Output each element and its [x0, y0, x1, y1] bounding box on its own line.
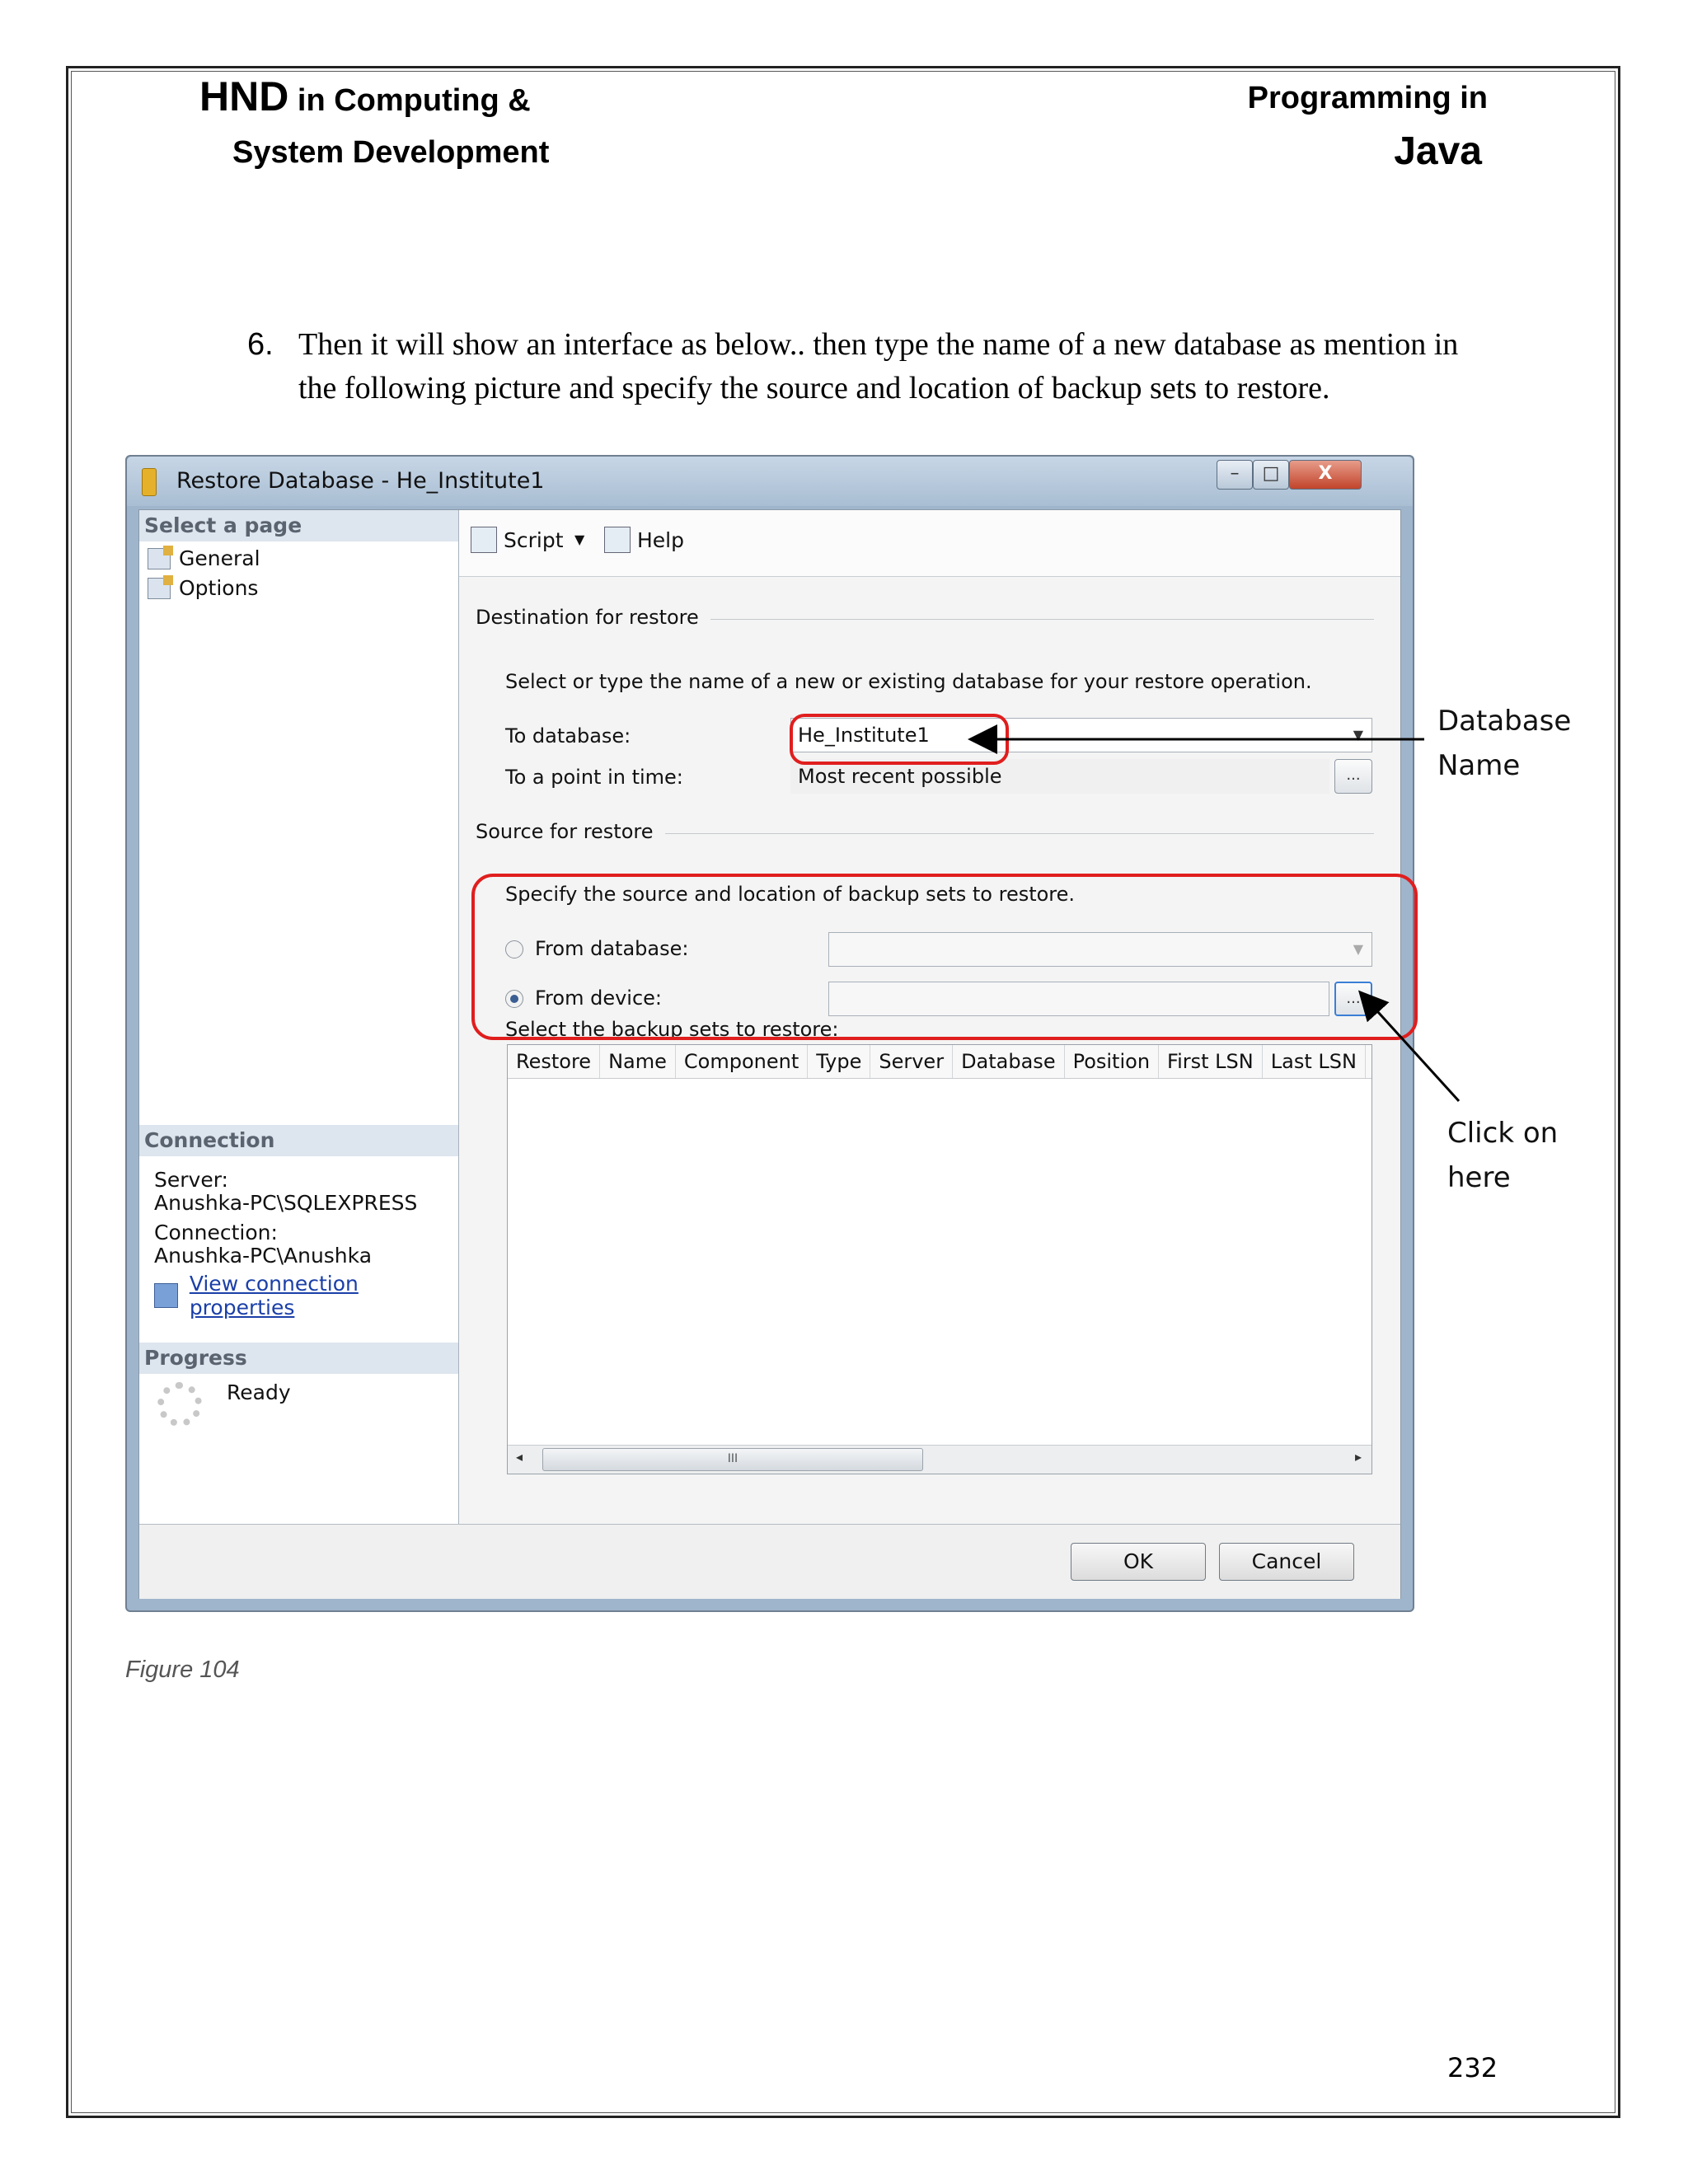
annotation-line: here — [1447, 1161, 1511, 1194]
annotation-line: Database — [1437, 705, 1572, 738]
database-name-annotation: Database Name — [1437, 699, 1571, 788]
page-number: 232 — [1447, 2052, 1498, 2083]
annotation-line: Click on — [1447, 1117, 1559, 1150]
click-here-annotation: Click on here — [1447, 1111, 1558, 1200]
annotation-arrows — [968, 724, 1461, 1103]
figure-caption: Figure 104 — [125, 1657, 240, 1683]
click-here-arrow — [1357, 990, 1461, 1103]
annotation-line: Name — [1437, 749, 1521, 782]
